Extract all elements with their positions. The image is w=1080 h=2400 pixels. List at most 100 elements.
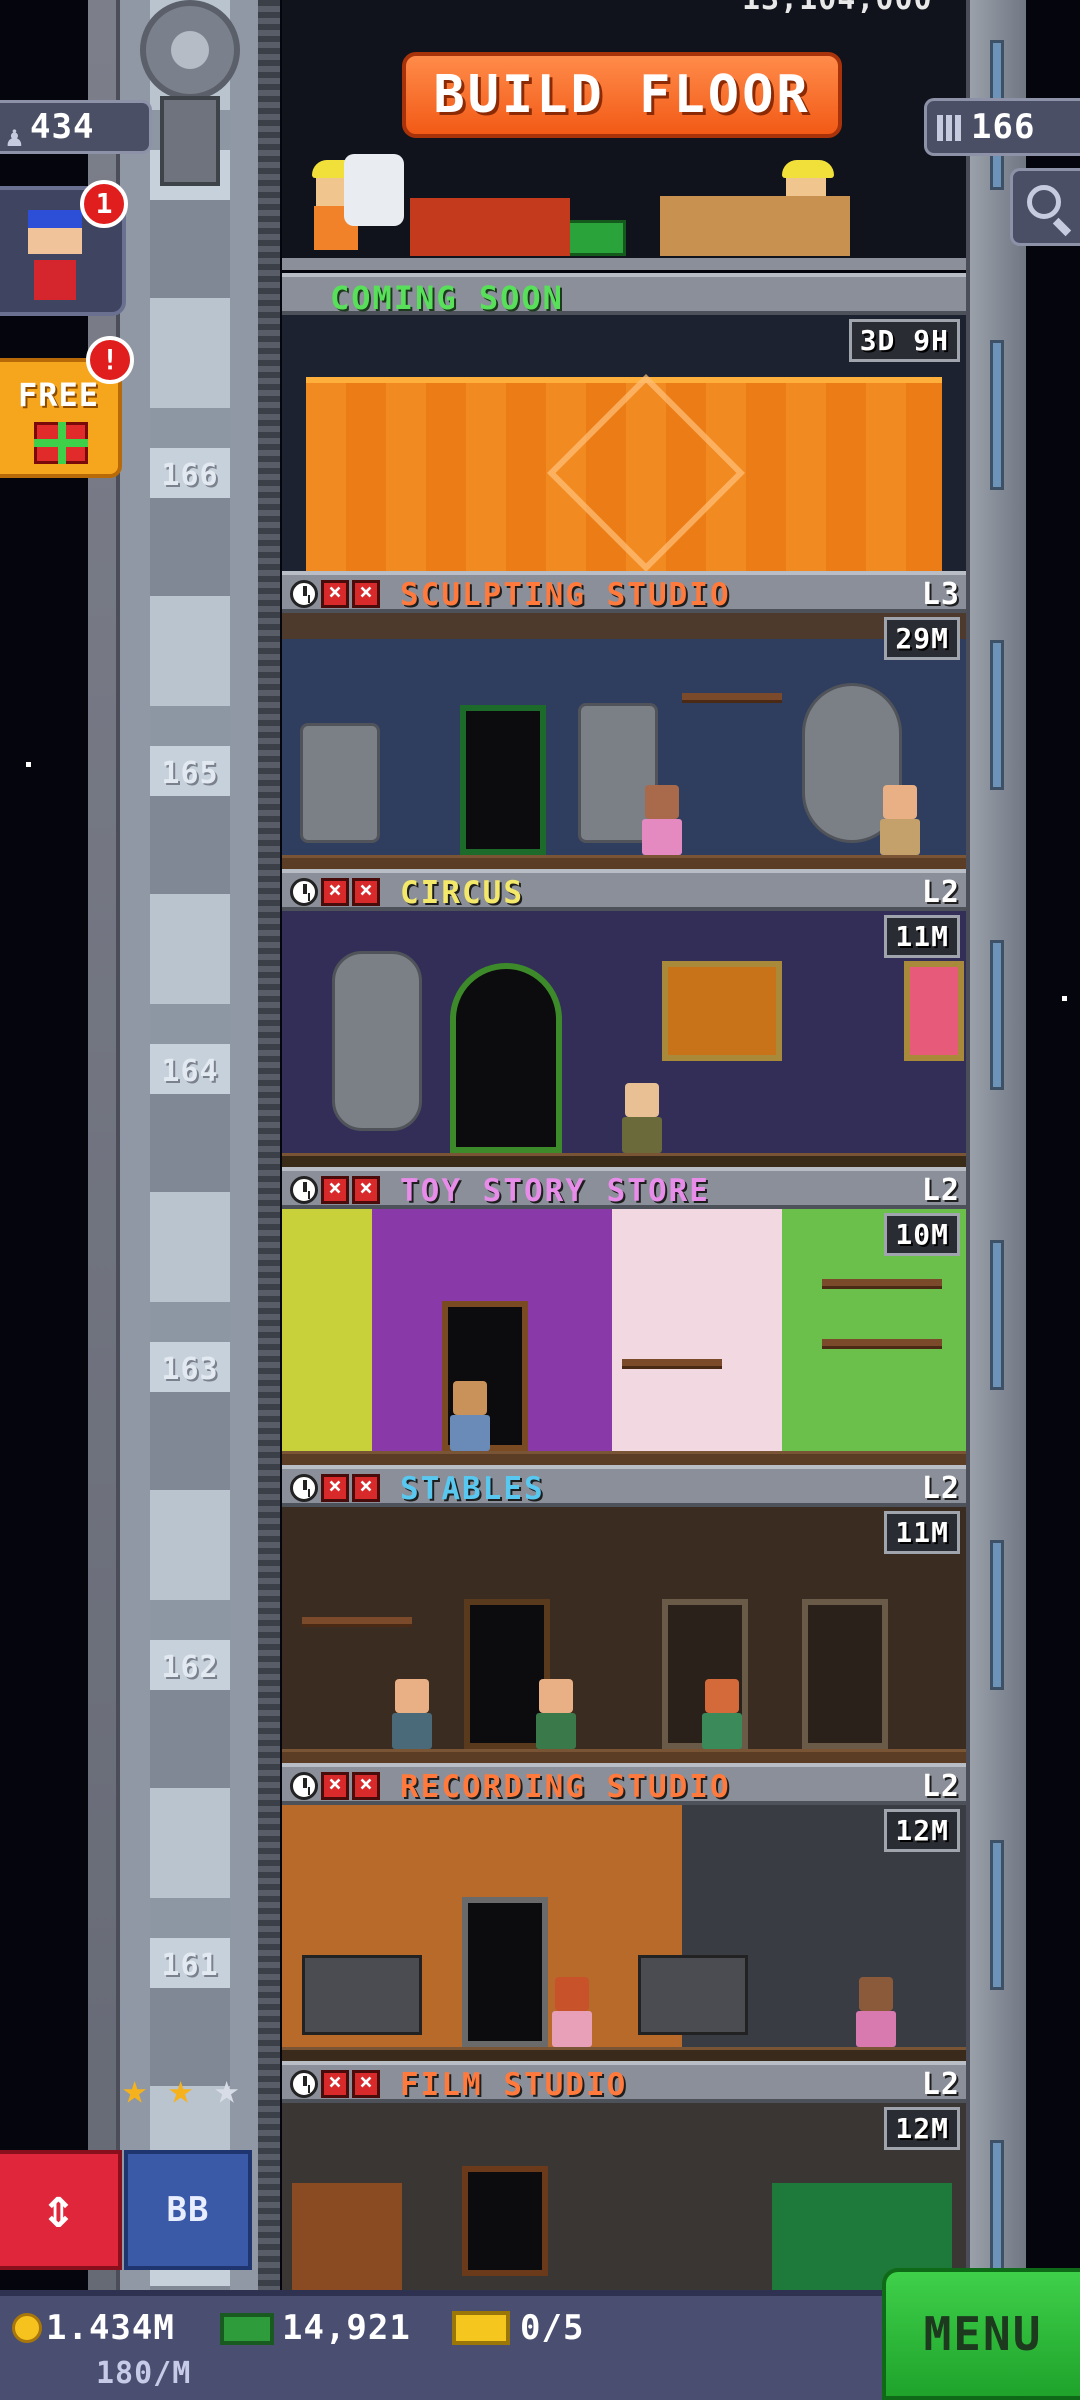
floor-header: × × RECORDING STUDIO L2 (282, 1763, 966, 1805)
golden-ticket-display[interactable]: 0/5 (452, 2308, 584, 2348)
floor-room (282, 613, 966, 869)
elevator-car[interactable] (160, 96, 220, 186)
floor-name: TOY STORY STORE (400, 1173, 710, 1209)
shelf (622, 1359, 722, 1369)
room-door (462, 2166, 548, 2276)
floor-header: COMING SOON (282, 273, 966, 317)
build-floor-button[interactable]: BUILD FLOOR (402, 52, 842, 138)
floors-counter[interactable]: 166 (924, 98, 1080, 156)
construction-tarp (306, 374, 942, 571)
visitor-notification-badge: 1 (80, 180, 128, 228)
elephant-statue (332, 951, 422, 1131)
tower-bux-icon (220, 2313, 274, 2345)
free-notification-badge: ! (86, 336, 134, 384)
bitizen-avatar-body (34, 260, 76, 300)
clock-icon (290, 2070, 318, 2098)
floor-under-construction[interactable]: COMING SOON 3D 9H (282, 273, 966, 571)
building-icon (937, 115, 963, 141)
top-partial-value: 13,104,000 (742, 0, 933, 17)
stall-gate (802, 1599, 888, 1749)
floor-number-164: 164 (161, 1054, 219, 1089)
floor-room (282, 2103, 966, 2290)
star-empty-icon: ★ (214, 2064, 240, 2113)
floor-header: × × SCULPTING STUDIO L3 (282, 571, 966, 613)
visitor (622, 1083, 662, 1153)
floor-level: L2 (921, 875, 960, 910)
coins-display: 1.434M (12, 2308, 175, 2348)
room-door (450, 963, 562, 1153)
shelf (302, 1617, 412, 1627)
search-icon (1027, 185, 1061, 219)
bitbook-button[interactable]: BB (124, 2150, 252, 2270)
floor-sculpting-studio[interactable]: × × SCULPTING STUDIO L3 29M (282, 571, 966, 869)
tickets-value: 0/5 (520, 2308, 585, 2348)
floor-name: FILM STUDIO (400, 2067, 628, 2103)
floor-name: STABLES (400, 1471, 545, 1507)
tower-window (990, 1240, 1004, 1390)
clock-icon (290, 580, 318, 608)
tower-window (990, 940, 1004, 1090)
floor-header: × × TOY STORY STORE L2 (282, 1167, 966, 1209)
background-star (26, 762, 31, 767)
floor-toy-story-store[interactable]: × × TOY STORY STORE L2 10M (282, 1167, 966, 1465)
build-floor-area: 13,104,000 BUILD FLOOR (282, 0, 966, 270)
bux-value: 14,921 (282, 2308, 411, 2348)
restock-timer: 12M (884, 2107, 960, 2150)
tiger-painting (662, 961, 782, 1061)
menu-button[interactable]: MENU (882, 2268, 1080, 2400)
room-door (460, 705, 546, 855)
floor-number-162: 162 (161, 1650, 219, 1685)
elevator-toggle-button[interactable]: ⇕ (0, 2150, 122, 2270)
free-gift-button[interactable]: FREE ! (0, 336, 134, 478)
sold-out-icon: × (352, 2070, 380, 2098)
free-label: FREE (18, 376, 100, 414)
toolbox-icon (564, 220, 626, 256)
restock-timer: 12M (884, 1809, 960, 1852)
floor-room (282, 911, 966, 1167)
visitor (642, 785, 682, 855)
floor-number-165: 165 (161, 756, 219, 791)
search-button[interactable] (1010, 168, 1080, 246)
floor-level: L2 (921, 2067, 960, 2102)
elevator-track (150, 0, 230, 2290)
shelf (822, 1279, 942, 1289)
floor-room (282, 1507, 966, 1763)
room-door (462, 1897, 548, 2047)
population-value: 434 (30, 107, 95, 147)
floor-recording-studio[interactable]: × × RECORDING STUDIO L2 12M (282, 1763, 966, 2061)
mixing-console (302, 1955, 422, 2035)
coin-rate: 180/M (96, 2356, 192, 2391)
floor-name: SCULPTING STUDIO (400, 577, 731, 613)
restock-timer: 11M (884, 915, 960, 958)
star-filled-icon: ★ (122, 2064, 148, 2113)
construction-sign-icon (547, 374, 745, 571)
floor-level: L3 (921, 577, 960, 612)
sold-out-icon: × (352, 1772, 380, 1800)
floor-level: L2 (921, 1769, 960, 1804)
restock-timer: 10M (884, 1213, 960, 1256)
clock-icon (290, 1474, 318, 1502)
floor-circus[interactable]: × × CIRCUS L2 11M (282, 869, 966, 1167)
restock-timer: 29M (884, 617, 960, 660)
floor-header: × × STABLES L2 (282, 1465, 966, 1507)
floor-name: CIRCUS (400, 875, 524, 911)
mixing-console (638, 1955, 748, 2035)
visitor-button[interactable]: 1 (0, 180, 128, 316)
floor-header: × × CIRCUS L2 (282, 869, 966, 911)
background-star (1062, 996, 1067, 1001)
sculpture (300, 723, 380, 843)
cement-bag (344, 154, 404, 226)
bitizen-avatar-icon (28, 210, 82, 254)
bux-display[interactable]: 14,921 (220, 2308, 411, 2348)
tower-rating: ★ ★ ★ (122, 2068, 256, 2110)
floors-value: 166 (971, 107, 1036, 147)
floor-stables[interactable]: × × STABLES L2 11M (282, 1465, 966, 1763)
brick-pallet (660, 196, 850, 256)
visitor (552, 1977, 592, 2047)
clock-icon (290, 1176, 318, 1204)
sold-out-icon: × (352, 878, 380, 906)
shelf (822, 1339, 942, 1349)
sold-out-icon: × (321, 1474, 349, 1502)
floor-film-studio[interactable]: × × FILM STUDIO L2 12M (282, 2061, 966, 2290)
population-counter[interactable]: ♟ 434 (0, 100, 152, 154)
